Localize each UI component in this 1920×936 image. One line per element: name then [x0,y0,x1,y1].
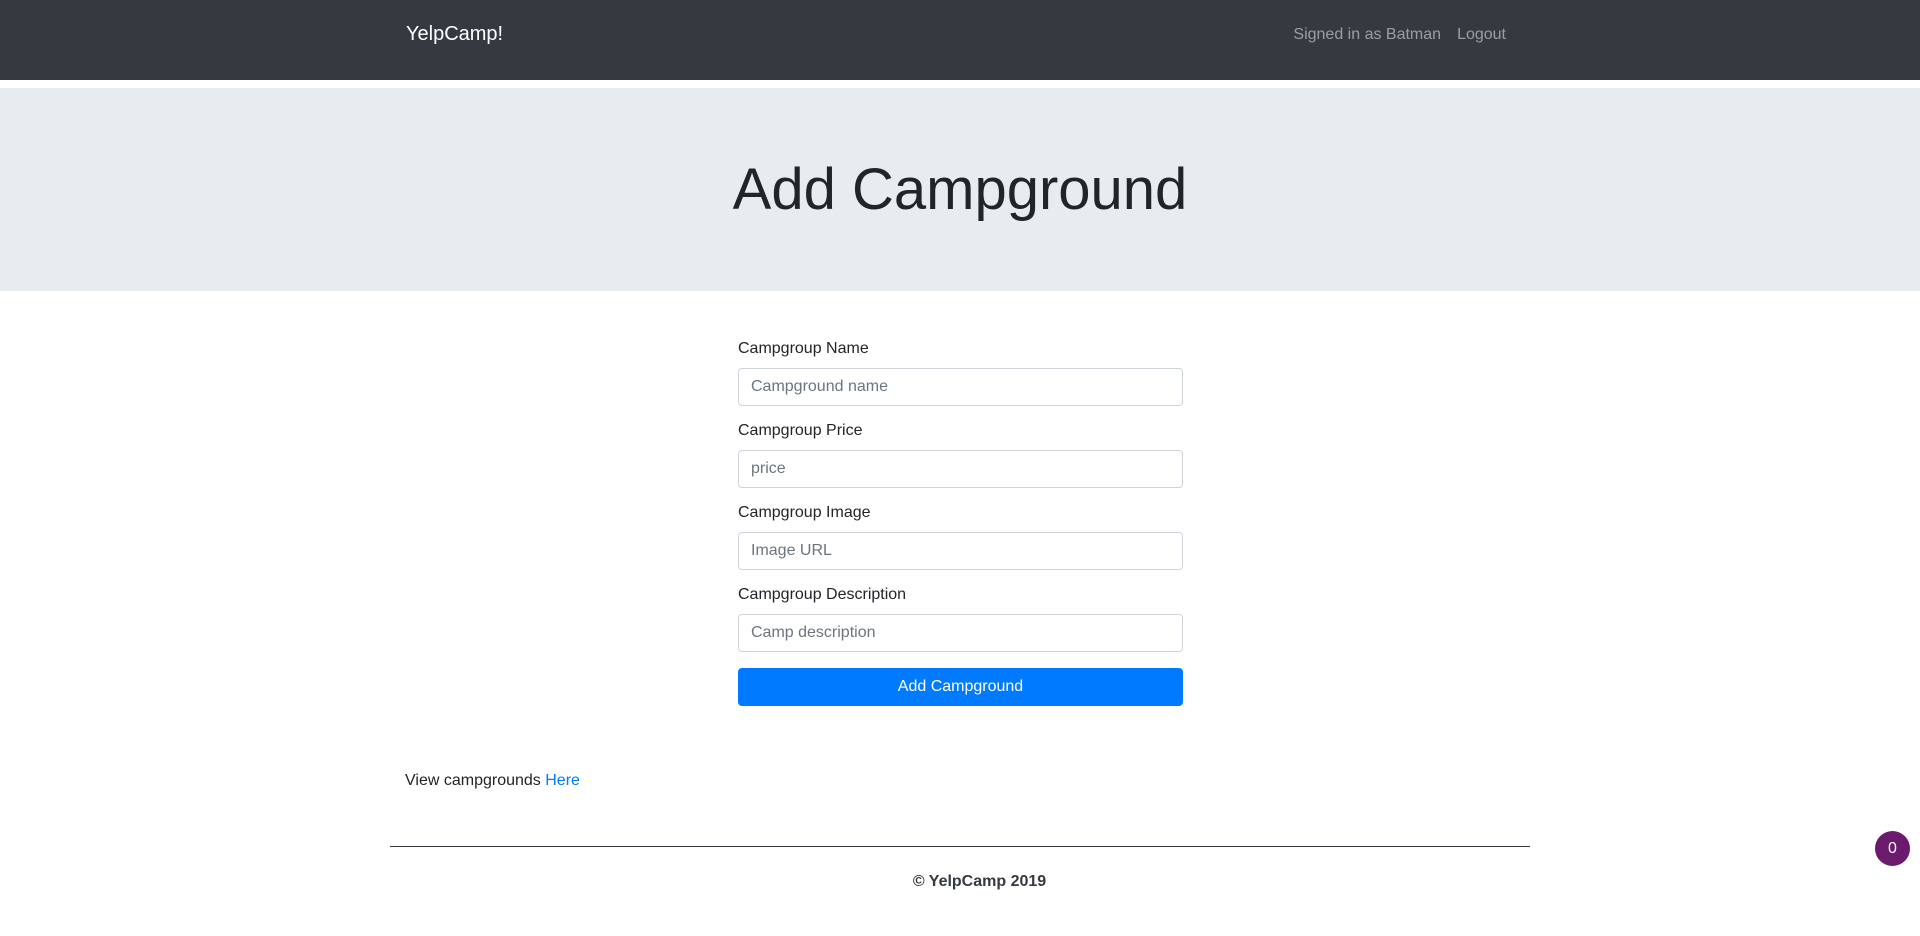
image-group: Campgroup Image [738,504,1183,570]
description-input[interactable] [738,614,1183,652]
description-label: Campgroup Description [738,586,907,603]
brand-link[interactable]: YelpCamp! [406,23,503,46]
add-campground-form: Campgroup Name Campgroup Price Campgroup… [738,340,1183,706]
logout-link[interactable]: Logout [1457,26,1506,44]
name-input[interactable] [738,368,1183,406]
page-title: Add Campground [732,157,1188,222]
footer-divider [390,846,1530,847]
price-group: Campgroup Price [738,422,1183,488]
jumbotron: Add Campground [0,88,1920,291]
image-url-input[interactable] [738,532,1183,570]
view-campgrounds-link[interactable]: Here [545,772,580,789]
nav-right: Signed in as Batman Logout [1293,26,1506,44]
navbar: YelpCamp! Signed in as Batman Logout [0,0,1920,80]
price-input[interactable] [738,450,1183,488]
view-campgrounds-text: View campgrounds [405,772,541,789]
name-label: Campgroup Name [738,340,869,357]
name-group: Campgroup Name [738,340,1183,406]
add-campground-button[interactable]: Add Campground [738,668,1183,706]
price-label: Campgroup Price [738,422,863,439]
image-label: Campgroup Image [738,504,871,521]
footer-copyright: © YelpCamp 2019 [912,873,1047,890]
view-campgrounds-row: View campgrounds Here [405,772,580,790]
signed-in-link[interactable]: Signed in as Batman [1293,26,1441,44]
counter-badge[interactable]: 0 [1875,831,1910,866]
description-group: Campgroup Description [738,586,1183,652]
